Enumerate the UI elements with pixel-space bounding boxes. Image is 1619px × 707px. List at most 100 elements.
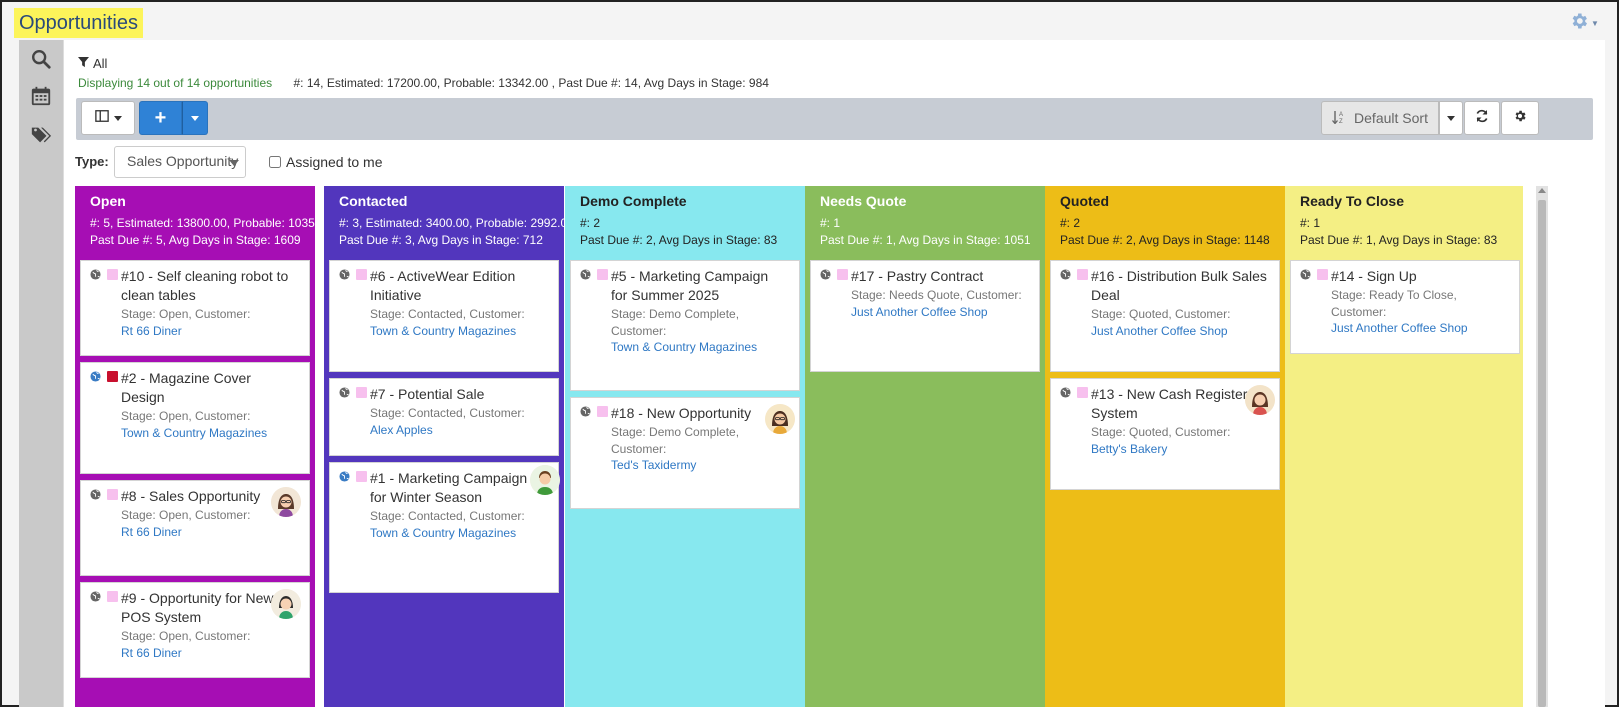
scroll-up-icon[interactable] [1538, 188, 1546, 193]
column-stats: #: 2 [580, 216, 601, 230]
column-contacted: Contacted #: 3, Estimated: 3400.00, Prob… [324, 186, 574, 707]
card-title: #1 - Marketing Campaign for Winter Seaso… [370, 470, 528, 505]
page-title: Opportunities [14, 8, 143, 38]
opportunity-card[interactable]: #14 - Sign Up Stage: Ready To Close, Cus… [1290, 260, 1520, 354]
card-stage: Stage: Open, Customer: [121, 629, 251, 643]
chevron-down-icon [191, 115, 199, 121]
card-title: #13 - New Cash Register System [1091, 386, 1248, 421]
sort-button[interactable]: AZ Default Sort [1321, 101, 1439, 135]
priority-flag [107, 591, 118, 602]
opportunity-card[interactable]: #13 - New Cash Register System Stage: Qu… [1050, 378, 1280, 490]
column-needs-quote: Needs Quote #: 1 Past Due #: 1, Avg Days… [805, 186, 1045, 707]
assigned-to-me-checkbox[interactable] [269, 156, 281, 168]
refresh-button[interactable] [1464, 101, 1500, 135]
card-details: Stage: Open, Customer: Town & Country Mag… [121, 408, 301, 441]
assigned-to-me-toggle[interactable]: Assigned to me [269, 154, 383, 170]
column-stats: #: 5, Estimated: 13800.00, Probable: 103… [90, 216, 339, 230]
avatar [1245, 385, 1275, 415]
customer-link[interactable]: Town & Country Magazines [611, 340, 757, 354]
opportunity-card[interactable]: #9 - Opportunity for New POS System Stag… [80, 582, 310, 678]
globe-icon [339, 269, 350, 280]
sort-dropdown-button[interactable] [1439, 101, 1463, 135]
opportunity-card[interactable]: #10 - Self cleaning robot to clean table… [80, 260, 310, 356]
customer-link[interactable]: Town & Country Magazines [370, 526, 516, 540]
opportunity-card[interactable]: #7 - Potential Sale Stage: Contacted, Cu… [329, 378, 559, 456]
card-details: Stage: Quoted, Customer: Betty's Bakery [1091, 424, 1271, 457]
summary-totals: #: 14, Estimated: 17200.00, Probable: 13… [293, 76, 769, 90]
column-view-button[interactable] [81, 101, 135, 135]
card-details: Stage: Demo Complete, Customer: Town & Co… [611, 306, 791, 356]
opportunity-card[interactable]: #8 - Sales Opportunity Stage: Open, Cust… [80, 480, 310, 576]
globe-icon [90, 489, 101, 500]
customer-link[interactable]: Rt 66 Diner [121, 525, 182, 539]
globe-icon [820, 269, 831, 280]
type-select-value: Sales Opportunity [127, 153, 239, 169]
customer-link[interactable]: Betty's Bakery [1091, 442, 1167, 456]
settings-menu-button[interactable]: ▼ [1569, 12, 1603, 34]
card-stage: Stage: Needs Quote, Customer: [851, 288, 1022, 302]
add-dropdown-button[interactable] [182, 101, 208, 135]
opportunity-card[interactable]: #16 - Distribution Bulk Sales Deal Stage… [1050, 260, 1280, 372]
board-settings-button[interactable] [1501, 101, 1539, 135]
chevron-down-icon [229, 160, 239, 166]
card-title: #7 - Potential Sale [370, 386, 485, 402]
customer-link[interactable]: Just Another Coffee Shop [851, 305, 988, 319]
column-header: Open #: 5, Estimated: 13800.00, Probable… [75, 186, 339, 253]
tags-icon[interactable] [30, 124, 52, 146]
customer-link[interactable]: Rt 66 Diner [121, 646, 182, 660]
customer-link[interactable]: Alex Apples [370, 423, 433, 437]
card-title: #14 - Sign Up [1331, 268, 1417, 284]
board-scrollbar[interactable] [1536, 186, 1548, 707]
column-header: Contacted #: 3, Estimated: 3400.00, Prob… [324, 186, 574, 253]
card-title: #17 - Pastry Contract [851, 268, 984, 284]
customer-link[interactable]: Just Another Coffee Shop [1091, 324, 1228, 338]
card-stage: Stage: Open, Customer: [121, 409, 251, 423]
card-stage: Stage: Demo Complete, Customer: [611, 425, 740, 456]
globe-icon [1300, 269, 1311, 280]
column-demo-complete: Demo Complete #: 2 Past Due #: 2, Avg Da… [565, 186, 805, 707]
priority-flag [356, 269, 367, 280]
type-select[interactable]: Sales Opportunity [114, 146, 246, 178]
card-details: Stage: Demo Complete, Customer: Ted's Tax… [611, 424, 791, 474]
opportunity-card[interactable]: #5 - Marketing Campaign for Summer 2025 … [570, 260, 800, 391]
globe-icon [90, 591, 101, 602]
priority-flag [107, 371, 118, 382]
column-title: Contacted [339, 193, 408, 209]
card-stage: Stage: Contacted, Customer: [370, 307, 525, 321]
card-stage: Stage: Quoted, Customer: [1091, 307, 1231, 321]
globe-icon [1060, 387, 1071, 398]
column-past-due: Past Due #: 5, Avg Days in Stage: 1609 [90, 233, 301, 247]
customer-link[interactable]: Ted's Taxidermy [611, 458, 696, 472]
scrollbar-thumb[interactable] [1538, 200, 1546, 707]
card-details: Stage: Needs Quote, Customer: Just Anothe… [851, 287, 1031, 320]
opportunity-card[interactable]: #2 - Magazine Cover Design Stage: Open, … [80, 362, 310, 474]
opportunity-card[interactable]: #1 - Marketing Campaign for Winter Seaso… [329, 462, 560, 593]
priority-flag [107, 269, 118, 280]
gear-icon [1513, 109, 1527, 128]
left-rail [19, 40, 63, 707]
card-title: #10 - Self cleaning robot to clean table… [121, 268, 289, 303]
card-details: Stage: Open, Customer: Rt 66 Diner [121, 628, 301, 661]
opportunity-card[interactable]: #18 - New Opportunity Stage: Demo Comple… [570, 397, 800, 509]
opportunity-card[interactable]: #6 - ActiveWear Edition Initiative Stage… [329, 260, 559, 372]
globe-icon [580, 269, 591, 280]
customer-link[interactable]: Town & Country Magazines [370, 324, 516, 338]
search-icon[interactable] [30, 48, 52, 70]
customer-link[interactable]: Town & Country Magazines [121, 426, 267, 440]
opportunity-card[interactable]: #17 - Pastry Contract Stage: Needs Quote… [810, 260, 1040, 372]
filter-indicator[interactable]: All [78, 56, 107, 71]
chevron-down-icon: ▼ [1591, 18, 1599, 28]
globe-icon [580, 406, 591, 417]
customer-link[interactable]: Rt 66 Diner [121, 324, 182, 338]
globe-icon [339, 387, 350, 398]
column-header: Quoted #: 2 Past Due #: 2, Avg Days in S… [1045, 186, 1285, 253]
type-label: Type: [75, 154, 109, 169]
column-past-due: Past Due #: 2, Avg Days in Stage: 83 [580, 233, 778, 247]
customer-link[interactable]: Just Another Coffee Shop [1331, 321, 1468, 335]
card-stage: Stage: Open, Customer: [121, 508, 251, 522]
add-opportunity-button[interactable]: + [139, 101, 182, 135]
column-header: Needs Quote #: 1 Past Due #: 1, Avg Days… [805, 186, 1045, 253]
column-quoted: Quoted #: 2 Past Due #: 2, Avg Days in S… [1045, 186, 1285, 707]
calendar-icon[interactable] [30, 85, 52, 107]
card-stage: Stage: Open, Customer: [121, 307, 251, 321]
